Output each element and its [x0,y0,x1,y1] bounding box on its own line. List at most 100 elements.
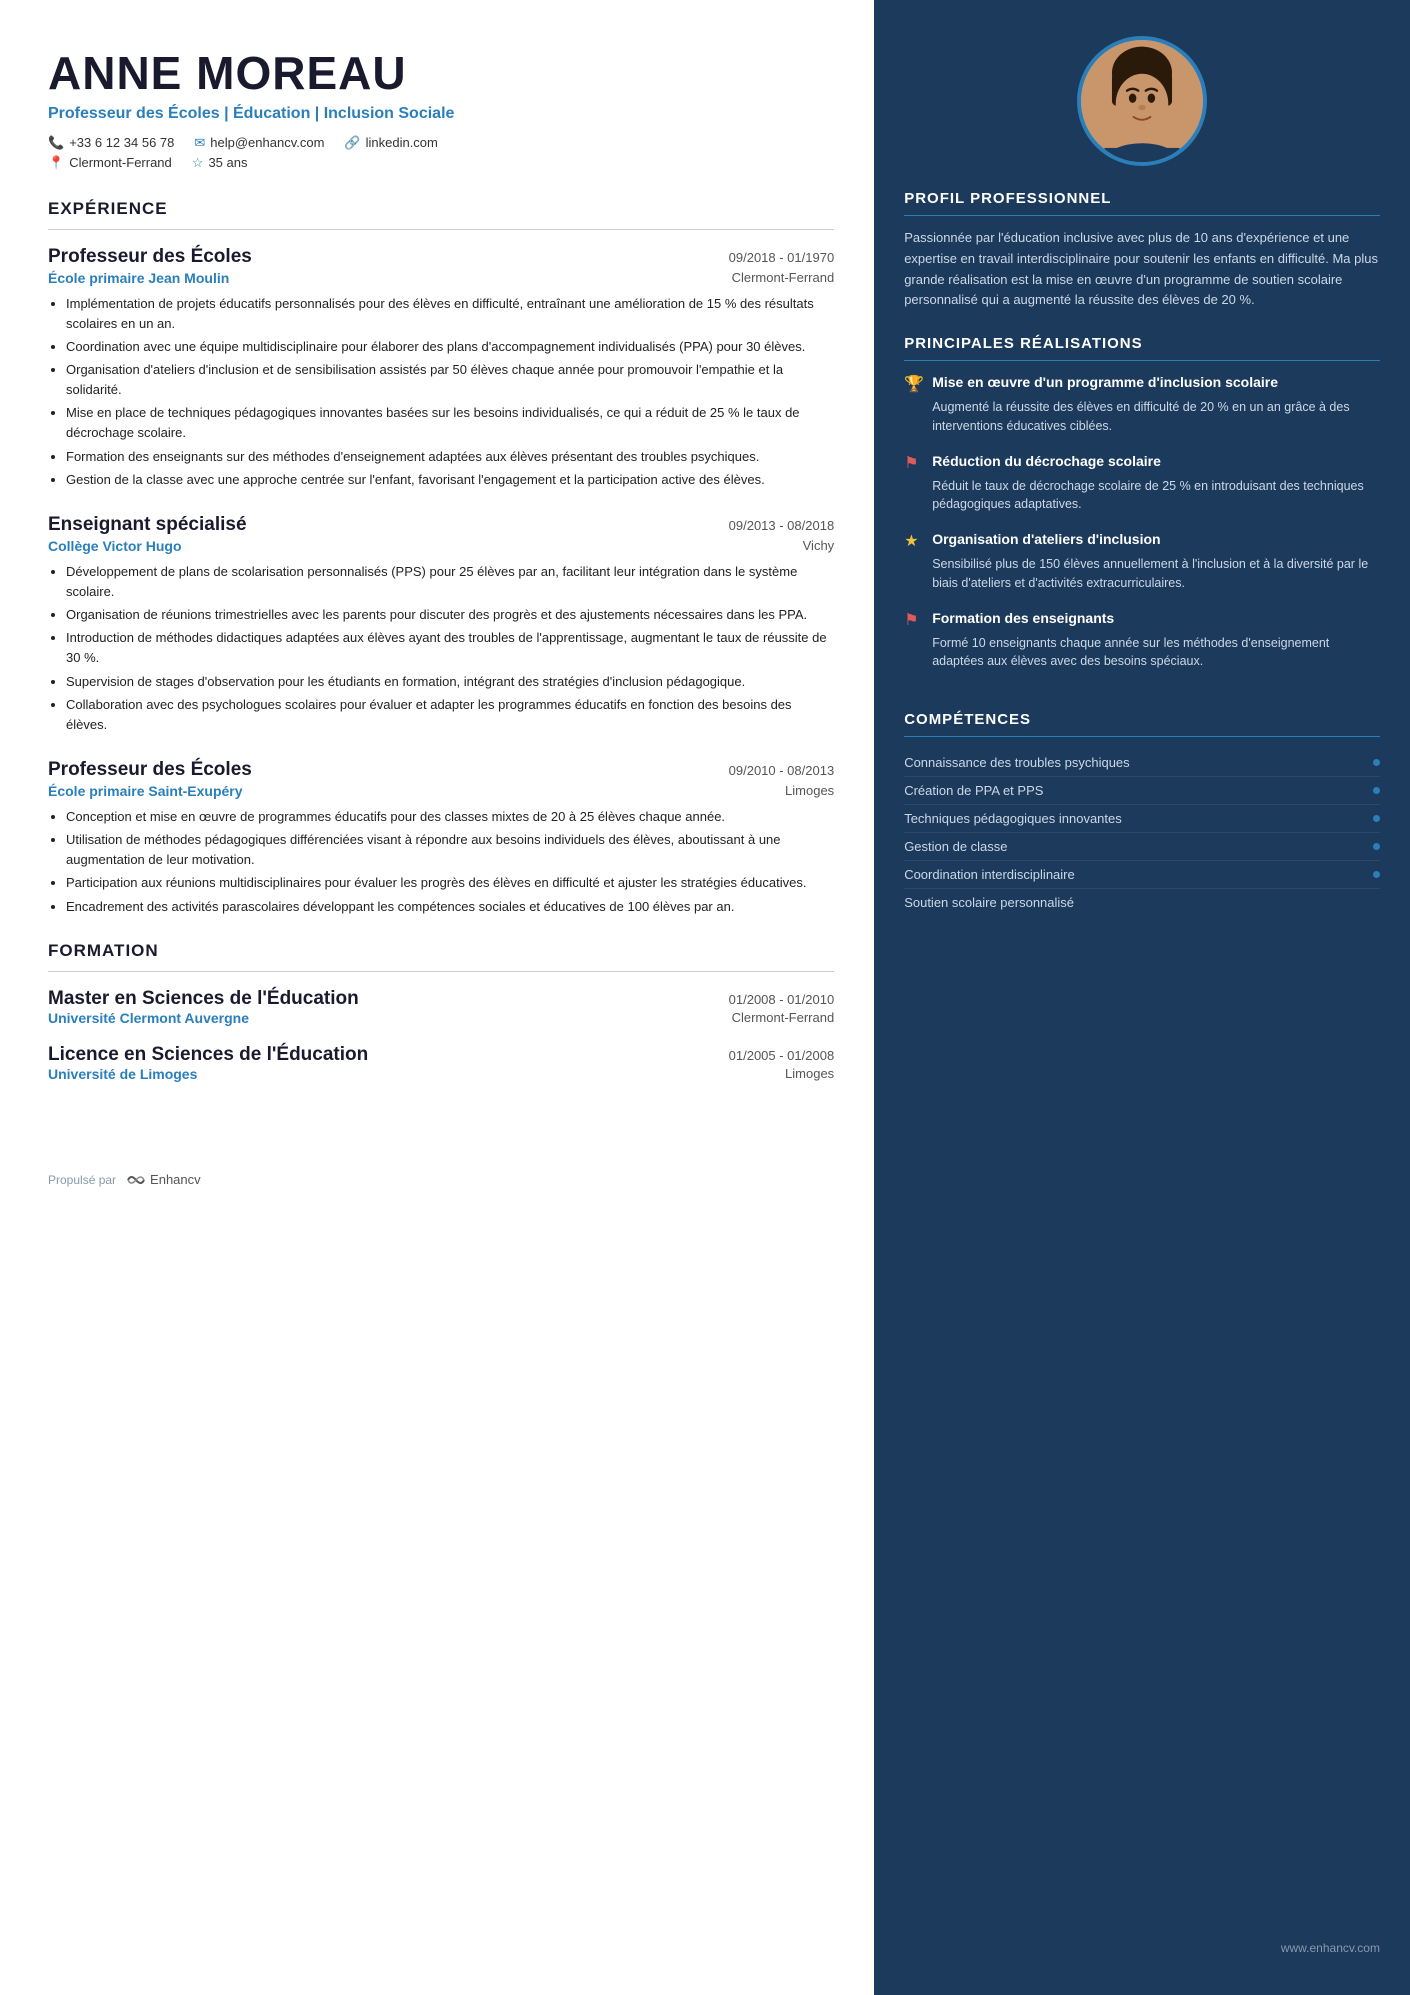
profil-text: Passionnée par l'éducation inclusive ave… [904,228,1380,311]
linkedin-icon: 🔗 [344,135,360,151]
realisations-title: PRINCIPALES RÉALISATIONS [904,335,1380,352]
bullet: Implémentation de projets éducatifs pers… [66,294,834,334]
bullet: Formation des enseignants sur des méthod… [66,447,834,467]
enhancv-icon [126,1172,146,1188]
formation-2-sub: Université de Limoges Limoges [48,1066,834,1082]
realization-2-desc: Réduit le taux de décrochage scolaire de… [904,477,1380,515]
realization-2: ⚑ Réduction du décrochage scolaire Rédui… [904,452,1380,515]
realization-4-header: ⚑ Formation des enseignants [904,609,1380,630]
bullet: Encadrement des activités parascolaires … [66,897,834,917]
formation-2-header: Licence en Sciences de l'Éducation 01/20… [48,1044,834,1066]
formation-section: FORMATION Master en Sciences de l'Éducat… [48,941,834,1082]
bullet: Collaboration avec des psychologues scol… [66,695,834,735]
realization-1: 🏆 Mise en œuvre d'un programme d'inclusi… [904,373,1380,436]
city: Clermont-Ferrand [69,155,172,170]
email-address: help@enhancv.com [210,135,324,150]
formation-1-location: Clermont-Ferrand [732,1010,835,1026]
enhancv-logo: Enhancv [126,1172,201,1188]
job-2-location: Vichy [803,538,835,554]
skill-4-dot [1373,843,1380,850]
skill-3-dot [1373,815,1380,822]
skill-2-label: Création de PPA et PPS [904,783,1043,798]
candidate-name: ANNE MOREAU [48,48,834,99]
formation-2-degree: Licence en Sciences de l'Éducation [48,1044,368,1066]
job-2-org: Collège Victor Hugo [48,538,182,554]
realization-1-desc: Augmenté la réussite des élèves en diffi… [904,398,1380,436]
job-3-date: 09/2010 - 08/2013 [729,763,835,778]
bullet: Supervision de stages d'observation pour… [66,672,834,692]
formation-1-org: Université Clermont Auvergne [48,1010,249,1026]
profil-divider [904,215,1380,216]
enhancv-brand: Enhancv [150,1172,201,1187]
job-3-org: École primaire Saint-Exupéry [48,783,243,799]
formation-2-location: Limoges [785,1066,834,1082]
job-1-header: Professeur des Écoles 09/2018 - 01/1970 [48,246,834,268]
linkedin-url: linkedin.com [366,135,438,150]
skill-1-dot [1373,759,1380,766]
avatar-image [1081,40,1203,162]
resume-page: ANNE MOREAU Professeur des Écoles | Éduc… [0,0,1410,1995]
bullet: Développement de plans de scolarisation … [66,562,834,602]
realization-2-header: ⚑ Réduction du décrochage scolaire [904,452,1380,473]
job-block-3: Professeur des Écoles 09/2010 - 08/2013 … [48,759,834,917]
competences-divider [904,736,1380,737]
job-1-title: Professeur des Écoles [48,246,252,268]
right-column: PROFIL PROFESSIONNEL Passionnée par l'éd… [874,0,1410,1995]
job-1-location: Clermont-Ferrand [732,270,835,286]
email-icon: ✉ [194,135,205,151]
bullet: Organisation de réunions trimestrielles … [66,605,834,625]
bullet: Utilisation de méthodes pédagogiques dif… [66,830,834,870]
formation-block-2: Licence en Sciences de l'Éducation 01/20… [48,1044,834,1082]
formation-1-date: 01/2008 - 01/2010 [729,992,835,1007]
bullet: Mise en place de techniques pédagogiques… [66,403,834,443]
left-column: ANNE MOREAU Professeur des Écoles | Éduc… [0,0,874,1995]
formation-block-1: Master en Sciences de l'Éducation 01/200… [48,988,834,1026]
skill-2: Création de PPA et PPS [904,777,1380,805]
age: 35 ans [208,155,247,170]
formation-divider [48,971,834,972]
realization-1-title: Mise en œuvre d'un programme d'inclusion… [932,373,1278,391]
website-url: www.enhancv.com [1281,1941,1380,1955]
job-1-sub: École primaire Jean Moulin Clermont-Ferr… [48,270,834,286]
star-icon: ★ [904,531,924,551]
realization-1-header: 🏆 Mise en œuvre d'un programme d'inclusi… [904,373,1380,394]
realization-3: ★ Organisation d'ateliers d'inclusion Se… [904,530,1380,593]
realization-4: ⚑ Formation des enseignants Formé 10 ens… [904,609,1380,672]
experience-section: EXPÉRIENCE Professeur des Écoles 09/2018… [48,199,834,917]
job-2-title: Enseignant spécialisé [48,514,247,536]
job-block-2: Enseignant spécialisé 09/2013 - 08/2018 … [48,514,834,735]
city-item: 📍 Clermont-Ferrand [48,155,172,171]
phone-number: +33 6 12 34 56 78 [69,135,174,150]
profil-title: PROFIL PROFESSIONNEL [904,190,1380,207]
flag2-icon: ⚑ [904,610,924,630]
candidate-title: Professeur des Écoles | Éducation | Incl… [48,105,834,123]
skill-1: Connaissance des troubles psychiques [904,749,1380,777]
job-3-title: Professeur des Écoles [48,759,252,781]
skill-5-label: Coordination interdisciplinaire [904,867,1075,882]
job-1-date: 09/2018 - 01/1970 [729,250,835,265]
job-2-date: 09/2013 - 08/2018 [729,518,835,533]
bullet: Conception et mise en œuvre de programme… [66,807,834,827]
formation-1-header: Master en Sciences de l'Éducation 01/200… [48,988,834,1010]
star-icon: ☆ [192,155,204,171]
competences-section: COMPÉTENCES Connaissance des troubles ps… [874,711,1410,916]
bullet: Participation aux réunions multidiscipli… [66,873,834,893]
experience-divider [48,229,834,230]
phone-icon: 📞 [48,135,64,151]
age-item: ☆ 35 ans [192,155,248,171]
skill-4-label: Gestion de classe [904,839,1007,854]
job-2-header: Enseignant spécialisé 09/2013 - 08/2018 [48,514,834,536]
flag-icon: ⚑ [904,453,924,473]
realisations-section: PRINCIPALES RÉALISATIONS 🏆 Mise en œuvre… [874,335,1410,687]
skill-5-dot [1373,871,1380,878]
formation-2-date: 01/2005 - 01/2008 [729,1048,835,1063]
header-section: ANNE MOREAU Professeur des Écoles | Éduc… [48,48,834,171]
realization-3-desc: Sensibilisé plus de 150 élèves annuellem… [904,555,1380,593]
job-2-bullets: Développement de plans de scolarisation … [48,562,834,735]
bullet: Coordination avec une équipe multidiscip… [66,337,834,357]
avatar-container [874,0,1410,190]
job-3-header: Professeur des Écoles 09/2010 - 08/2013 [48,759,834,781]
job-block-1: Professeur des Écoles 09/2018 - 01/1970 … [48,246,834,490]
experience-section-title: EXPÉRIENCE [48,199,834,219]
avatar [1077,36,1207,166]
